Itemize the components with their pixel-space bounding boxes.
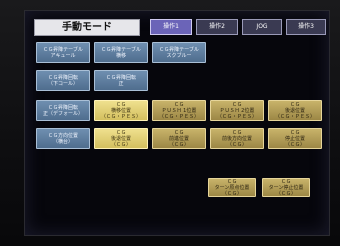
cg-lift-rotate-down-button[interactable]: ＣＧ昇降回転 （下コール） — [36, 70, 90, 91]
tab-operation-1[interactable]: 操作1 — [150, 19, 192, 35]
cg-stop-position-button[interactable]: ＣＧ 停止位置 （ＣＧ） — [268, 128, 322, 149]
cg-forward-position-button[interactable]: ＣＧ 前進位置 （ＣＧ） — [152, 128, 206, 149]
tab-jog[interactable]: JOG — [242, 19, 282, 35]
cg-front-back-position-button[interactable]: ＣＧ 前後方向位置 （ＣＧ） — [210, 128, 264, 149]
cg-push1-position-button[interactable]: ＣＧ ＰＵＳＨ 1位置 （ＣＧ・ＰＥＳ） — [152, 100, 206, 121]
mode-title: 手動モード — [34, 19, 140, 36]
cg-lift-table-button[interactable]: ＣＧ昇降テーブル アキュール — [36, 42, 90, 63]
cg-retract-position-button[interactable]: ＣＧ 後退位置 （ＣＧ・ＰＥＳ） — [268, 100, 322, 121]
cg-direction-position-button[interactable]: ＣＧ方向位置 （横台） — [36, 128, 90, 149]
cg-lift-rotate-default-button[interactable]: ＣＧ昇降回転 正（デフォール） — [36, 100, 90, 121]
cg-traverse-position-button[interactable]: ＣＧ 横移位置 （ＣＧ・ＰＥＳ） — [94, 100, 148, 121]
cg-lift-table-screw-button[interactable]: ＣＧ昇降テーブル スクブルー — [152, 42, 206, 63]
tab-operation-2[interactable]: 操作2 — [196, 19, 238, 35]
cg-lift-table-traverse-button[interactable]: ＣＧ昇降テーブル 横移 — [94, 42, 148, 63]
tab-operation-3[interactable]: 操作3 — [286, 19, 326, 35]
cg-lift-rotate-forward-button[interactable]: ＣＧ昇降回転正 — [94, 70, 148, 91]
cg-push2-position-button[interactable]: ＣＧ ＰＵＳＨ 2位置 （ＣＧ・ＰＥＳ） — [210, 100, 264, 121]
cg-turn-origin-button[interactable]: ＣＧ ターン原点位置 （ＣＧ） — [208, 178, 256, 197]
cg-turn-stop-button[interactable]: ＣＧ ターン停止位置 （ＣＧ） — [262, 178, 310, 197]
cg-back-position-button[interactable]: ＣＧ 後退位置 （ＣＧ） — [94, 128, 148, 149]
